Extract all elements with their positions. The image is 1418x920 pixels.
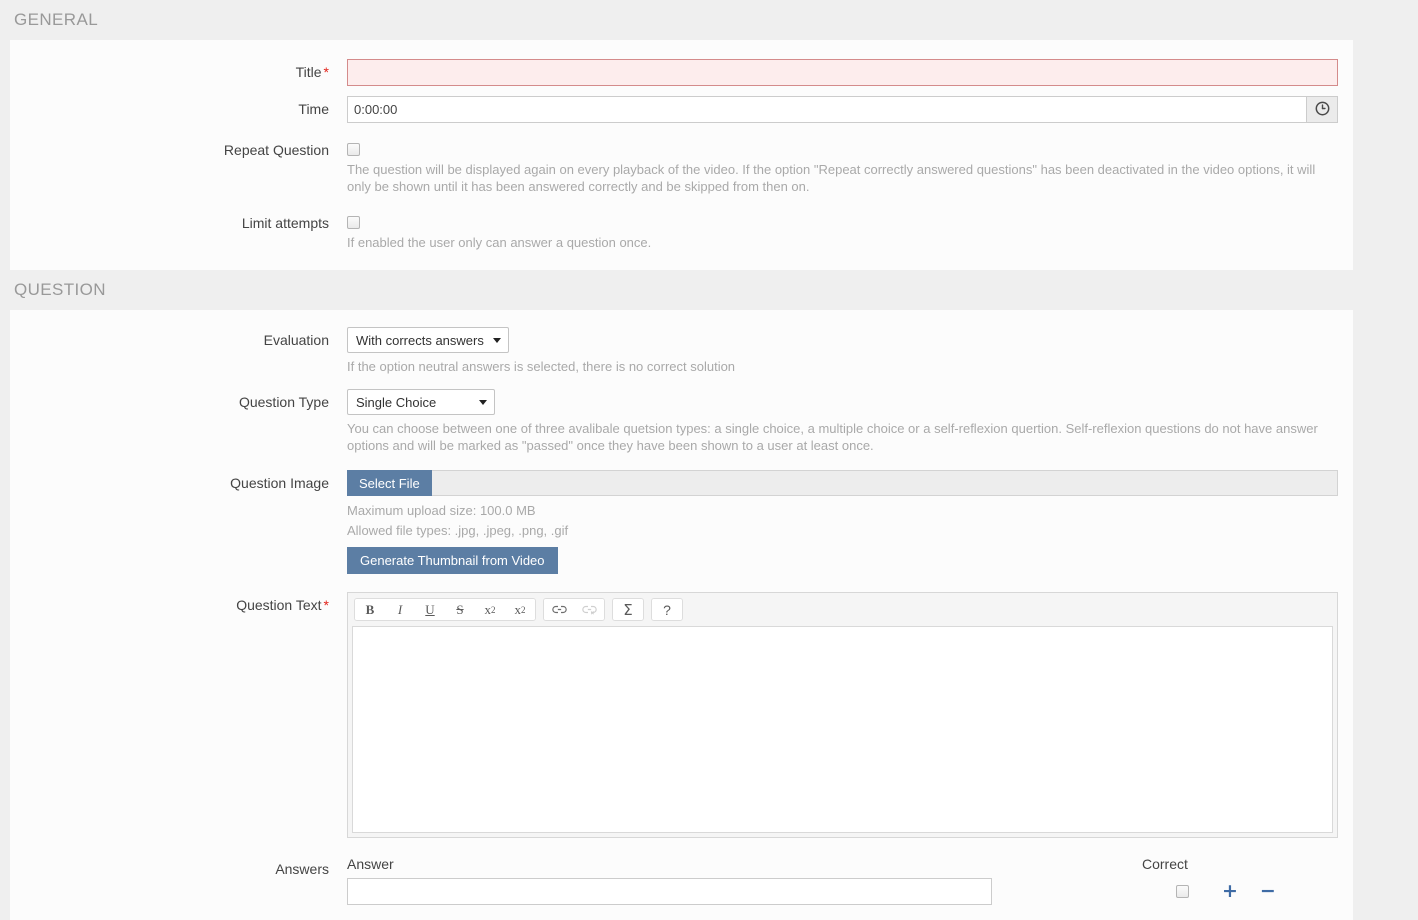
label-question-image: Question Image xyxy=(230,475,329,491)
field-evaluation: With corrects answers If the option neut… xyxy=(347,327,1352,375)
text-format-button-group: B I U S x2 x2 xyxy=(354,598,536,621)
required-marker: * xyxy=(323,597,329,613)
link-button-group xyxy=(543,598,605,621)
answers-column-header-correct: Correct xyxy=(1142,856,1188,872)
clock-icon-button[interactable] xyxy=(1306,96,1338,123)
editor-toolbar: B I U S x2 x2 Σ ? xyxy=(348,593,1337,626)
rich-text-editor: B I U S x2 x2 Σ ? xyxy=(347,592,1338,838)
section-title-general: GENERAL xyxy=(0,0,1418,40)
max-upload-size-text: Maximum upload size: 100.0 MB xyxy=(347,503,536,518)
question-panel: Evaluation With corrects answers If the … xyxy=(10,310,1353,920)
field-question-image: Select File Maximum upload size: 100.0 M… xyxy=(347,470,1352,574)
question-type-select-value: Single Choice xyxy=(356,394,437,410)
limit-attempts-checkbox[interactable] xyxy=(347,216,360,229)
sigma-icon[interactable]: Σ xyxy=(613,599,643,620)
evaluation-help: If the option neutral answers is selecte… xyxy=(347,359,736,374)
time-input-group xyxy=(347,96,1338,123)
question-editor-page: GENERAL Title * Time 0:00:00 Repeat Ques… xyxy=(0,0,1418,920)
repeat-question-help: The question will be displayed again on … xyxy=(347,162,1316,194)
field-answers: Answer Correct + − xyxy=(347,856,1352,905)
form-row-question-type: Question Type Single Choice You can choo… xyxy=(11,389,1352,454)
general-panel: Title * Time 0:00:00 Repeat Question The… xyxy=(10,40,1353,270)
subscript-icon[interactable]: x2 xyxy=(475,599,505,620)
form-row-question-text: Question Text * B I U S x2 x2 Σ ? xyxy=(11,592,1352,838)
section-title-question: QUESTION xyxy=(0,270,1418,310)
underline-glyph: U xyxy=(425,601,435,617)
clock-icon xyxy=(1315,101,1330,119)
answer-correct-checkbox[interactable] xyxy=(1175,885,1189,898)
help-icon[interactable]: ? xyxy=(652,599,682,620)
form-row-title: Title * xyxy=(11,59,1352,86)
label-answers: Answers xyxy=(275,861,329,877)
question-text-area[interactable] xyxy=(352,626,1333,833)
selected-filename xyxy=(431,470,1338,496)
form-row-evaluation: Evaluation With corrects answers If the … xyxy=(11,327,1352,375)
evaluation-select-value: With corrects answers xyxy=(356,332,484,348)
italic-icon[interactable]: I xyxy=(385,599,415,620)
strikethrough-icon[interactable]: S xyxy=(445,599,475,620)
superscript-icon[interactable]: x2 xyxy=(505,599,535,620)
help-button-group: ? xyxy=(651,598,683,621)
help-glyph: ? xyxy=(663,601,671,618)
title-input[interactable] xyxy=(347,59,1338,86)
question-image-file-input[interactable]: Select File xyxy=(347,470,1338,496)
field-limit-attempts: If enabled the user only can answer a qu… xyxy=(347,210,1352,251)
italic-glyph: I xyxy=(397,601,403,617)
strikethrough-glyph: S xyxy=(456,601,464,617)
underline-icon[interactable]: U xyxy=(415,599,445,620)
form-row-answers: Answers Answer Correct + − xyxy=(11,856,1352,905)
unlink-icon xyxy=(574,599,604,620)
sigma-glyph: Σ xyxy=(623,600,633,619)
answer-correct-cell: + − xyxy=(1142,882,1338,901)
add-answer-button[interactable]: + xyxy=(1222,882,1238,901)
label-question-text: Question Text * xyxy=(11,592,347,618)
form-row-limit-attempts: Limit attempts If enabled the user only … xyxy=(11,210,1352,251)
superscript-sup-glyph: 2 xyxy=(521,604,526,615)
special-character-button-group: Σ xyxy=(612,598,644,621)
field-time xyxy=(347,96,1352,123)
label-evaluation: Evaluation xyxy=(263,332,329,348)
answer-row-actions: + − xyxy=(1222,882,1276,901)
answers-column-header-answer: Answer xyxy=(347,856,394,872)
answer-input[interactable] xyxy=(347,878,992,905)
answer-input-cell xyxy=(347,878,1142,905)
form-row-repeat-question: Repeat Question The question will be dis… xyxy=(11,137,1352,195)
remove-answer-button[interactable]: − xyxy=(1260,882,1276,901)
label-repeat-question: Repeat Question xyxy=(223,142,329,158)
field-repeat-question: The question will be displayed again on … xyxy=(347,137,1352,195)
label-title-text: Title xyxy=(295,64,322,80)
form-row-question-image: Question Image Select File Maximum uploa… xyxy=(11,470,1352,574)
question-type-select[interactable]: Single Choice xyxy=(347,389,495,415)
field-question-type: Single Choice You can choose between one… xyxy=(347,389,1352,454)
time-input[interactable] xyxy=(347,96,1307,123)
correct-checkbox-wrap xyxy=(1142,885,1222,898)
answers-table-header: Answer Correct xyxy=(347,856,1338,872)
label-title: Title * xyxy=(11,59,347,85)
limit-attempts-help: If enabled the user only can answer a qu… xyxy=(347,235,652,250)
chevron-down-icon xyxy=(479,400,487,405)
evaluation-select[interactable]: With corrects answers xyxy=(347,327,509,353)
label-question-type: Question Type xyxy=(238,394,329,410)
label-question-text-text: Question Text xyxy=(236,597,322,613)
table-row: + − xyxy=(347,878,1338,905)
label-limit-attempts: Limit attempts xyxy=(241,215,329,231)
chevron-down-icon xyxy=(492,338,501,343)
field-title xyxy=(347,59,1352,86)
field-question-text: B I U S x2 x2 Σ ? xyxy=(347,592,1352,838)
required-marker: * xyxy=(323,64,329,80)
form-row-time: Time xyxy=(11,96,1352,123)
label-time: Time xyxy=(298,101,329,117)
bold-glyph: B xyxy=(365,601,375,617)
link-icon[interactable] xyxy=(544,599,574,620)
allowed-file-types-text: Allowed file types: .jpg, .jpeg, .png, .… xyxy=(347,523,569,538)
question-type-help: You can choose between one of three aval… xyxy=(347,421,1318,453)
subscript-sub-glyph: 2 xyxy=(491,604,496,615)
bold-icon[interactable]: B xyxy=(355,599,385,620)
select-file-button[interactable]: Select File xyxy=(347,470,432,496)
repeat-question-checkbox[interactable] xyxy=(347,143,360,156)
generate-thumbnail-button[interactable]: Generate Thumbnail from Video xyxy=(347,547,558,574)
